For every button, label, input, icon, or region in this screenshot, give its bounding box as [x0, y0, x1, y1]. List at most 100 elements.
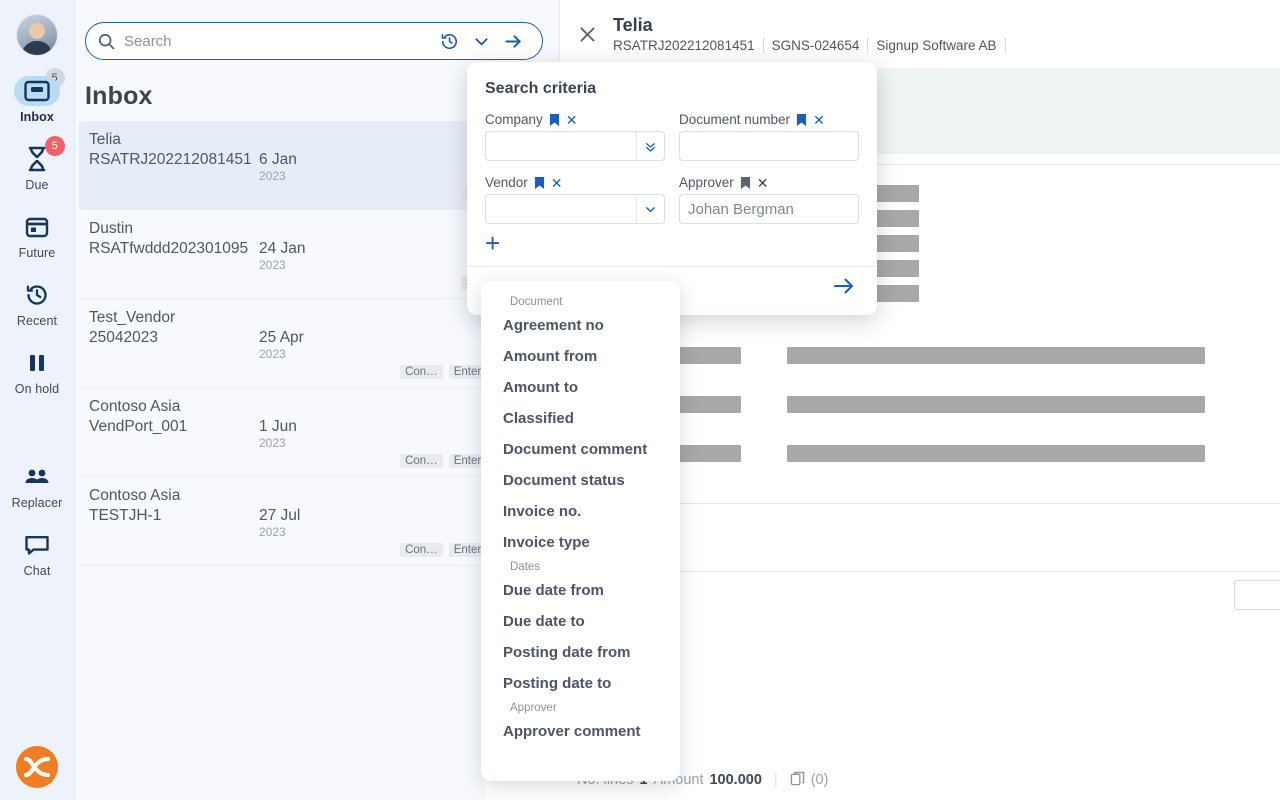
tag: Con…: [400, 365, 443, 379]
list-item-document: TESTJH-1: [89, 507, 162, 524]
criteria-document-number-input[interactable]: [679, 131, 859, 161]
field-menu-item-document-comment[interactable]: Document comment: [481, 434, 680, 465]
criteria-field-approver: Approver ✕ Johan Bergman: [679, 175, 859, 224]
chat-icon: [14, 530, 60, 560]
field-group-label: Document: [510, 296, 563, 308]
rail-item-chat[interactable]: Chat: [0, 524, 75, 582]
criteria-add-plus-icon[interactable]: +: [485, 230, 877, 256]
rail-label-due: Due: [25, 178, 49, 192]
left-nav-rail: 5 Inbox 5 Due Future Recent On hold Repl…: [0, 0, 75, 800]
search-expand-chevron-down-icon[interactable]: [466, 33, 497, 50]
field-menu-item-classified[interactable]: Classified: [481, 403, 680, 434]
app-root: 5 Inbox 5 Due Future Recent On hold Repl…: [0, 0, 1280, 800]
close-icon[interactable]: [568, 19, 607, 50]
field-menu-item-due-date-to[interactable]: Due date to: [481, 606, 680, 637]
criteria-approver-clear-icon[interactable]: ✕: [757, 176, 769, 190]
criteria-document-number-clear-icon[interactable]: ✕: [813, 113, 825, 127]
list-item-vendor: Test_Vendor: [89, 309, 176, 326]
cell-amount-value[interactable]: 100.000: [1234, 580, 1280, 610]
calendar-icon: [14, 212, 60, 242]
field-menu-item-due-date-from[interactable]: Due date from: [481, 575, 680, 606]
criteria-company-clear-icon[interactable]: ✕: [566, 113, 578, 127]
list-item-vendor: Contoso Asia: [89, 398, 181, 415]
document-title-block: Telia RSATRJ202212081451 SGNS-024654 Sig…: [613, 15, 1280, 54]
cell-amount[interactable]: 100.000: [1228, 580, 1280, 610]
list-item-vendor: Telia: [89, 131, 121, 148]
rail-item-recent[interactable]: Recent: [0, 274, 75, 332]
bookmark-icon[interactable]: [740, 176, 751, 190]
app-logo: [16, 746, 58, 788]
bookmark-icon[interactable]: [796, 113, 807, 127]
criteria-approver-input[interactable]: Johan Bergman: [679, 194, 859, 224]
field-menu-item-amount-from[interactable]: Amount from: [481, 341, 680, 372]
double-chevron-down-icon[interactable]: [636, 132, 664, 160]
field-menu-item-posting-date-from[interactable]: Posting date from: [481, 637, 680, 668]
rail-item-future[interactable]: Future: [0, 206, 75, 264]
pause-icon: [14, 348, 60, 378]
criteria-field-document-number: Document number ✕: [679, 112, 859, 161]
rail-item-on-hold[interactable]: On hold: [0, 342, 75, 400]
criteria-vendor-clear-icon[interactable]: ✕: [551, 176, 563, 190]
hourglass-icon: [14, 144, 60, 174]
copy-icon[interactable]: [790, 771, 805, 790]
rail-label-inbox: Inbox: [20, 110, 54, 124]
breadcrumb: RSATRJ202212081451 SGNS-024654 Signup So…: [613, 38, 1280, 54]
rail-item-replacer[interactable]: Replacer: [0, 456, 75, 514]
field-menu-item-approver-comment[interactable]: Approver comment: [481, 716, 680, 747]
field-menu-item-posting-date-to[interactable]: Posting date to: [481, 668, 680, 699]
list-item-document: 25042023: [89, 329, 158, 346]
criteria-label-vendor: Vendor ✕: [485, 175, 665, 190]
rail-label-chat: Chat: [23, 564, 51, 578]
people-icon: [14, 462, 60, 492]
criteria-vendor-select[interactable]: [485, 194, 665, 224]
search-input[interactable]: [124, 32, 433, 50]
search-submit-arrow-right-icon[interactable]: [497, 32, 530, 51]
criteria-label-approver: Approver ✕: [679, 175, 859, 190]
search-bar[interactable]: [85, 22, 543, 60]
list-item-document: RSATfwddd202301095: [89, 240, 249, 257]
breadcrumb-company: Signup Software AB: [868, 38, 1006, 54]
rail-item-inbox[interactable]: 5 Inbox: [0, 68, 75, 128]
avatar[interactable]: [16, 14, 58, 56]
bookmark-icon[interactable]: [549, 113, 560, 127]
list-item-date: 1 Jun: [259, 418, 297, 435]
list-item-date: 25 Apr: [259, 329, 304, 346]
list-item-document: RSATRJ202212081451: [89, 151, 252, 168]
search-icon: [98, 33, 115, 50]
field-picker-menu: Document Agreement no Amount from Amount…: [481, 281, 680, 781]
rail-label-recent: Recent: [16, 314, 58, 328]
history-icon: [14, 280, 60, 310]
criteria-company-label-text: Company: [485, 112, 543, 127]
criteria-vendor-label-text: Vendor: [485, 175, 528, 190]
document-title: Telia: [613, 14, 653, 35]
tag: Con…: [400, 543, 443, 557]
rail-item-due[interactable]: 5 Due: [0, 136, 75, 196]
breadcrumb-doc-no: RSATRJ202212081451: [613, 38, 764, 54]
criteria-company-select[interactable]: [485, 131, 665, 161]
list-item-tags: Con… Entertai… Sys: [89, 543, 545, 557]
list-item-tags: Con… Entertai… Sys: [89, 454, 545, 468]
criteria-approver-label-text: Approver: [679, 175, 734, 190]
footer-copies-value: (0): [810, 772, 829, 788]
criteria-field-vendor: Vendor ✕: [485, 175, 665, 224]
tag: Con…: [400, 454, 443, 468]
footer-divider: |: [773, 772, 778, 788]
list-item-date: 6 Jan: [259, 151, 297, 168]
list-item-vendor: Dustin: [89, 220, 133, 237]
inbox-icon: [14, 76, 60, 106]
field-menu-item-agreement-no[interactable]: Agreement no: [481, 310, 680, 341]
chevron-down-icon[interactable]: [636, 195, 664, 223]
footer-amount-value: 100.000: [709, 772, 762, 788]
field-menu-item-amount-to[interactable]: Amount to: [481, 372, 680, 403]
field-menu-item-invoice-no[interactable]: Invoice no.: [481, 496, 680, 527]
field-menu-item-document-status[interactable]: Document status: [481, 465, 680, 496]
list-item-vendor: Contoso Asia: [89, 487, 181, 504]
bookmark-icon[interactable]: [534, 176, 545, 190]
field-group-label: Dates: [510, 561, 541, 573]
search-history-icon[interactable]: [433, 32, 466, 51]
field-menu-item-invoice-type[interactable]: Invoice type: [481, 527, 680, 558]
search-criteria-title: Search criteria: [485, 80, 597, 97]
rail-label-replacer: Replacer: [11, 496, 63, 510]
criteria-label-document-number: Document number ✕: [679, 112, 859, 127]
list-item-date: 27 Jul: [259, 507, 301, 524]
